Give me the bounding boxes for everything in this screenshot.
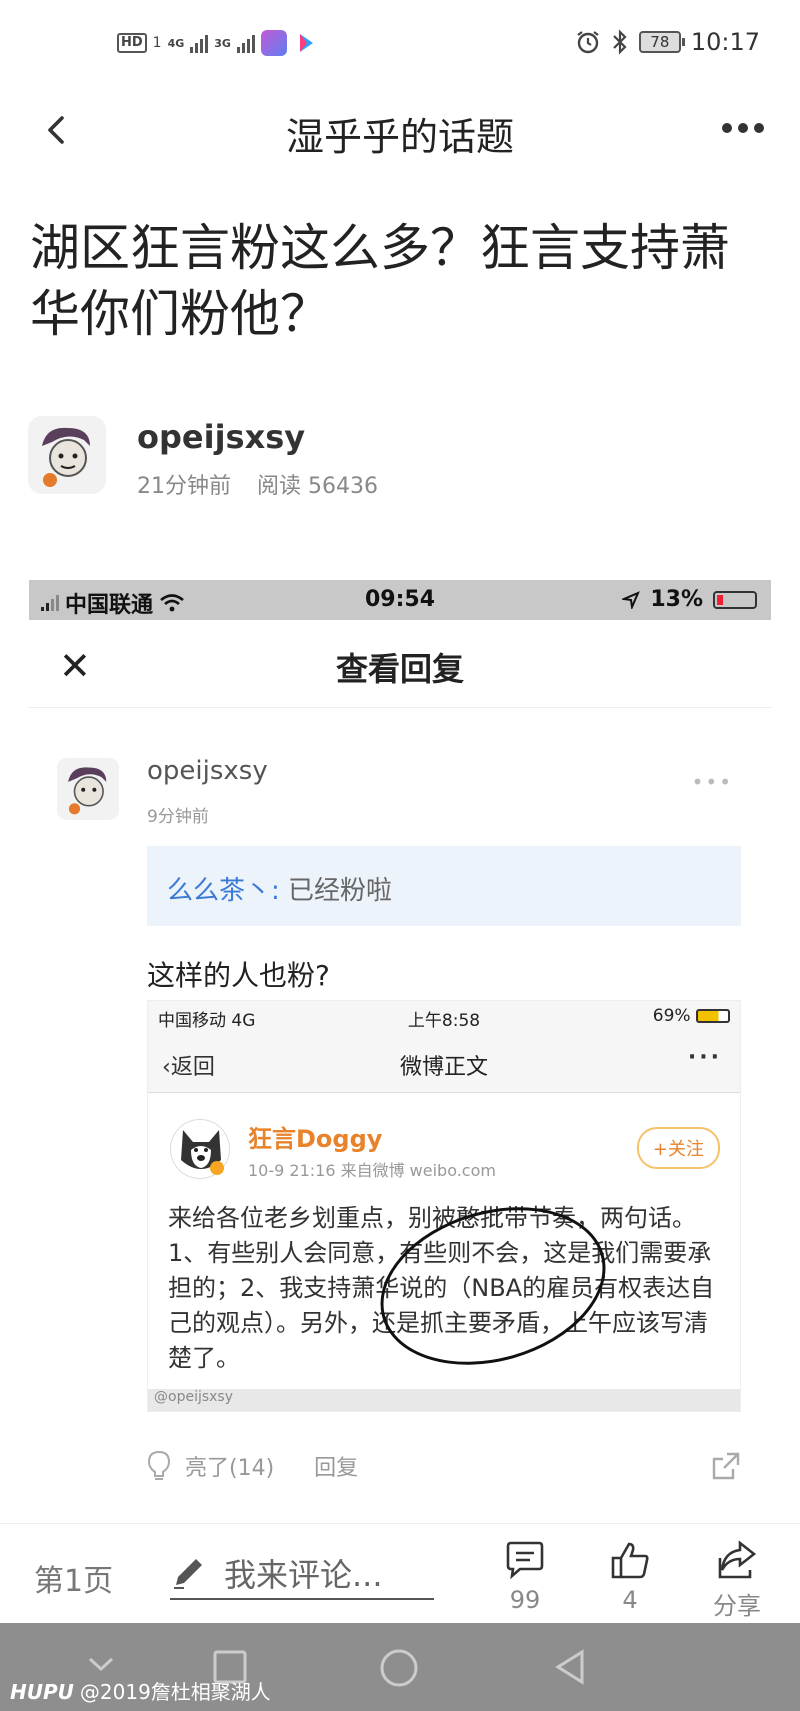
quoted-text: 已经粉啦	[279, 876, 393, 906]
network-type-2: 3G	[214, 36, 231, 50]
home-circle-icon[interactable]	[378, 1647, 420, 1689]
share-label: 分享	[713, 1592, 761, 1620]
post-meta: 21分钟前 阅读 56436	[137, 468, 378, 500]
weibo-meta: 10-9 21:16 来自微博 weibo.com	[248, 1161, 496, 1180]
comment-input[interactable]: 我来评论...	[170, 1548, 434, 1600]
page-title: 湿乎乎的话题	[285, 115, 514, 159]
share-icon	[718, 1540, 757, 1579]
reply-button[interactable]: 回复	[314, 1450, 358, 1482]
weibo-follow-button: +关注	[636, 1127, 720, 1169]
weibo-nav: ‹返回 微博正文 ···	[148, 1031, 740, 1093]
bluetooth-icon	[613, 29, 627, 55]
weibo-screenshot: 中国移动 4G 上午8:58 69% ‹返回 微博正文 ··· 狂言Doggy …	[147, 1000, 741, 1412]
status-bar: HD 1 4G 3G 78 10:17	[0, 0, 800, 92]
reply-time: 9分钟前	[147, 807, 209, 827]
system-nav-bar: HUPU @2019詹杜相聚湖人	[0, 1623, 800, 1711]
embedded-battery-icon	[713, 590, 757, 609]
app-notification-icon	[260, 30, 287, 56]
comments-button[interactable]: 99	[490, 1540, 560, 1614]
reply-sheet-title: 查看回复	[335, 650, 464, 688]
reply-sheet-header: ✕ 查看回复	[29, 620, 771, 708]
like-button[interactable]: 4	[595, 1540, 665, 1614]
post-title: 湖区狂言粉这么多？狂言支持萧华你们粉他？	[30, 219, 730, 343]
nav-bar: 湿乎乎的话题	[0, 92, 800, 167]
network-type-1: 4G	[167, 36, 185, 50]
weibo-battery: 69%	[653, 1006, 730, 1026]
share-icon[interactable]	[711, 1451, 741, 1481]
author-avatar[interactable]	[28, 416, 106, 494]
like-total: 4	[622, 1586, 638, 1614]
status-right: 78 10:17	[575, 28, 760, 56]
embedded-battery-text: 13%	[650, 587, 703, 612]
reply-text: 这样的人也粉?	[147, 959, 330, 992]
sim-index: 1	[152, 35, 162, 51]
weibo-watermark: @opeijsxsy	[148, 1389, 740, 1411]
embedded-status-right: 13%	[622, 587, 757, 612]
reply-actions: 亮了(14) 回复	[147, 1450, 741, 1482]
post-image[interactable]: 中国联通 09:54 13% ✕ 查看回复 opeijsxsy 9分钟前 •••…	[29, 580, 771, 1540]
pencil-icon	[174, 1559, 202, 1589]
battery-icon: 78	[638, 31, 685, 53]
more-icon[interactable]	[722, 118, 766, 138]
hd-indicator: HD	[117, 33, 147, 53]
quoted-reply: 么么茶丶: 已经粉啦	[147, 846, 741, 926]
weibo-title: 微博正文	[399, 1055, 488, 1080]
post-time: 21分钟前	[137, 474, 231, 499]
embedded-status-bar: 中国联通 09:54 13%	[29, 580, 771, 620]
reply-avatar[interactable]	[57, 758, 119, 820]
back-triangle-icon[interactable]	[550, 1647, 590, 1687]
thumbs-up-icon	[611, 1542, 649, 1579]
watermark: HUPU @2019詹杜相聚湖人	[10, 1676, 271, 1705]
reply-more-icon[interactable]: •••	[692, 770, 733, 794]
watermark-text: @2019詹杜相聚湖人	[79, 1680, 271, 1704]
location-icon	[622, 590, 641, 609]
weibo-time: 上午8:58	[407, 1011, 481, 1031]
alarm-icon	[577, 31, 599, 54]
comment-placeholder: 我来评论...	[224, 1556, 383, 1594]
battery-icon	[696, 1009, 730, 1023]
lightbulb-icon[interactable]	[147, 1450, 171, 1482]
share-button[interactable]: 分享	[702, 1540, 772, 1621]
weibo-status-bar: 中国移动 4G 上午8:58 69%	[148, 1001, 740, 1031]
comment-bar: 第1页 我来评论... 99 4 分享	[0, 1523, 800, 1623]
status-left: HD 1 4G 3G	[117, 30, 319, 56]
youku-icon	[292, 30, 319, 56]
comment-count: 99	[509, 1586, 541, 1614]
author-name[interactable]: opeijsxsy	[137, 418, 305, 456]
quoted-user[interactable]: 么么茶丶:	[167, 876, 280, 906]
hupu-logo: HUPU	[10, 1680, 74, 1704]
clock: 10:17	[690, 28, 760, 56]
comment-icon	[506, 1541, 544, 1580]
reply-username[interactable]: opeijsxsy	[147, 756, 268, 786]
weibo-more-icon: ···	[687, 1045, 722, 1070]
weibo-username: 狂言Doggy	[248, 1125, 383, 1153]
like-count[interactable]: 亮了(14)	[185, 1450, 274, 1482]
read-count: 阅读 56436	[257, 474, 378, 499]
signal-icon-2	[236, 33, 255, 53]
page-selector[interactable]: 第1页	[34, 1556, 113, 1600]
weibo-battery-text: 69%	[652, 1006, 691, 1026]
weibo-avatar	[170, 1119, 230, 1179]
signal-icon	[190, 33, 209, 53]
